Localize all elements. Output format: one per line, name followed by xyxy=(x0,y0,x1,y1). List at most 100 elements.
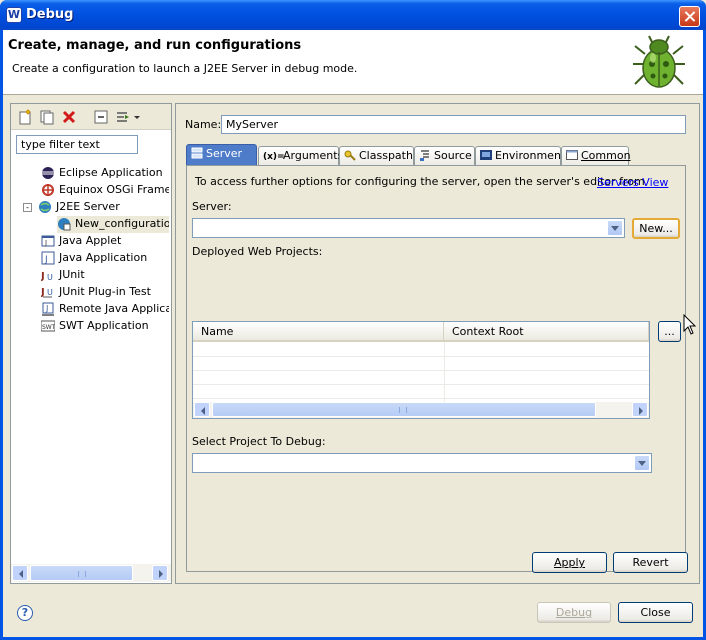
mouse-cursor-icon xyxy=(683,314,697,335)
app-icon: W xyxy=(6,7,22,23)
tab-label: Source xyxy=(434,149,472,162)
tree-horizontal-scrollbar[interactable] xyxy=(11,564,171,582)
table-row[interactable] xyxy=(193,371,649,385)
new-server-button[interactable]: New... xyxy=(632,218,680,239)
tree-item-eclipse-application[interactable]: Eclipse Application xyxy=(41,165,163,182)
scroll-left-arrow[interactable] xyxy=(12,565,28,581)
tab-common[interactable]: Common xyxy=(561,146,631,165)
filter-input[interactable] xyxy=(16,135,138,154)
browse-projects-button[interactable]: ... xyxy=(658,321,681,342)
collapse-toggle[interactable]: - xyxy=(23,202,32,212)
tree-item-swt-application[interactable]: SWT SWT Application xyxy=(41,318,149,335)
tree-item-label: JUnit Plug-in Test xyxy=(59,285,151,298)
arguments-icon: (x)= xyxy=(263,152,285,162)
svg-text:SWT: SWT xyxy=(42,324,55,331)
tree-item-remote-java[interactable]: J Remote Java Applicatio xyxy=(41,301,169,318)
apply-button-label: Apply xyxy=(553,556,586,569)
column-header-name[interactable]: Name xyxy=(193,322,444,342)
tree-item-junit-plugin-test[interactable]: J U JUnit Plug-in Test xyxy=(41,284,151,301)
tab-source[interactable]: Source xyxy=(414,146,475,165)
select-project-combo[interactable] xyxy=(192,453,652,473)
tab-strip: Server (x)=Arguments Classpath Source En… xyxy=(186,144,686,165)
servers-view-link[interactable]: Servers View xyxy=(597,176,668,189)
scroll-thumb[interactable] xyxy=(212,402,596,417)
java-application-icon: J xyxy=(41,251,55,265)
column-header-context-root[interactable]: Context Root xyxy=(444,322,649,342)
tree-item-label: Java Applet xyxy=(59,234,122,247)
tab-label: Environment xyxy=(495,149,566,162)
server-icon xyxy=(191,147,203,159)
tab-label: Common xyxy=(581,149,631,162)
debug-bug-icon xyxy=(633,35,685,88)
scroll-left-arrow[interactable] xyxy=(194,402,210,417)
tree-item-junit[interactable]: J U JUnit xyxy=(41,267,85,284)
configuration-editor: Name: Server (x)=Arguments Classpath Sou… xyxy=(175,103,700,584)
table-horizontal-scrollbar[interactable] xyxy=(193,402,649,418)
tree-item-label: JUnit xyxy=(59,268,85,281)
collapse-all-icon[interactable] xyxy=(93,109,109,125)
svg-text:J: J xyxy=(41,287,45,298)
table-row[interactable] xyxy=(193,385,649,399)
junit-icon: JU xyxy=(41,271,53,282)
apply-button[interactable]: Apply xyxy=(532,552,607,573)
table-row[interactable] xyxy=(193,357,649,371)
table-row[interactable] xyxy=(193,343,649,357)
tab-classpath[interactable]: Classpath xyxy=(339,146,414,165)
chevron-down-icon[interactable] xyxy=(607,220,623,236)
tree-item-new-configuration[interactable]: New_configuration xyxy=(57,216,169,233)
name-label-text: Name: xyxy=(185,118,222,131)
filter-configs-icon[interactable] xyxy=(115,109,131,125)
debug-button-label: Debug xyxy=(555,606,593,619)
swt-icon: SWT xyxy=(41,320,55,332)
tab-arguments[interactable]: (x)=Arguments xyxy=(258,146,343,165)
svg-text:J: J xyxy=(45,304,48,313)
tree-item-java-application[interactable]: J Java Application xyxy=(41,250,147,267)
header-description: Create a configuration to launch a J2EE … xyxy=(12,62,358,75)
scroll-thumb[interactable] xyxy=(30,565,133,581)
tree-item-java-applet[interactable]: J Java Applet xyxy=(41,233,121,250)
tab-environment[interactable]: Environment xyxy=(475,146,565,165)
duplicate-config-icon[interactable] xyxy=(39,109,55,125)
tree-item-label: New_configuration xyxy=(75,217,169,230)
tree-item-label: Remote Java Applicatio xyxy=(59,302,169,315)
scroll-right-arrow[interactable] xyxy=(152,565,168,581)
dialog-header: Create, manage, and run configurations C… xyxy=(3,30,703,95)
delete-config-icon[interactable] xyxy=(61,109,77,125)
column-header-label: Context Root xyxy=(452,325,524,338)
server-tab-content: To access further options for configurin… xyxy=(186,165,697,572)
config-toolbar xyxy=(11,104,171,130)
server-config-icon xyxy=(58,218,71,231)
server-combo[interactable] xyxy=(192,218,625,238)
column-header-label: Name xyxy=(201,325,234,338)
debug-button[interactable]: Debug xyxy=(537,602,611,623)
title-bar[interactable]: W Debug xyxy=(0,0,706,30)
close-button[interactable]: Close xyxy=(618,602,693,623)
remote-java-icon: J xyxy=(42,302,54,316)
new-config-icon[interactable] xyxy=(17,109,33,125)
svg-text:J: J xyxy=(41,271,45,282)
chevron-down-icon[interactable] xyxy=(133,109,141,125)
name-field[interactable] xyxy=(221,115,686,134)
info-text: To access further options for configurin… xyxy=(195,175,645,188)
help-icon[interactable]: ? xyxy=(17,605,33,621)
configuration-list-panel: Eclipse Application Equinox OSGi Framewo… xyxy=(10,103,172,584)
svg-text:U: U xyxy=(47,288,53,297)
deployed-projects-table[interactable]: Name Context Root xyxy=(192,321,650,419)
eclipse-icon xyxy=(42,167,54,179)
tree-item-label: J2EE Server xyxy=(56,200,120,213)
scroll-right-arrow[interactable] xyxy=(632,402,648,417)
name-label: Name: xyxy=(185,118,221,131)
java-applet-icon: J xyxy=(41,235,55,247)
deployed-projects-label: Deployed Web Projects: xyxy=(192,245,323,258)
tab-server[interactable]: Server xyxy=(186,144,257,165)
revert-button[interactable]: Revert xyxy=(613,552,688,573)
header-title: Create, manage, and run configurations xyxy=(8,38,302,53)
tree-item-equinox-osgi[interactable]: Equinox OSGi Framewo xyxy=(41,182,169,199)
close-window-button[interactable] xyxy=(679,6,700,27)
common-icon xyxy=(566,150,578,160)
svg-text:J: J xyxy=(44,255,48,265)
junit-plugin-icon: JU xyxy=(41,287,53,298)
tree-item-j2ee-server[interactable]: - J2EE Server xyxy=(23,199,120,216)
chevron-down-icon[interactable] xyxy=(634,455,650,471)
tree-item-label: Eclipse Application xyxy=(59,166,163,179)
